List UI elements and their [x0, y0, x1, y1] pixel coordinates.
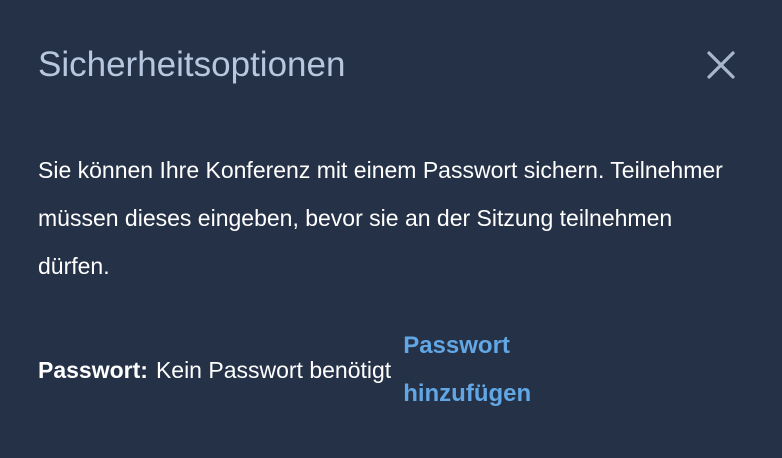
security-options-dialog: Sicherheitsoptionen Sie können Ihre Konf… [0, 0, 782, 458]
password-label: Passwort: [38, 356, 148, 383]
dialog-title: Sicherheitsoptionen [38, 45, 346, 84]
password-status-row: Passwort: Kein Passwort benötigt Passwor… [38, 322, 738, 418]
password-status-value: Kein Passwort benötigt [155, 356, 392, 383]
close-icon [707, 51, 735, 79]
add-password-link[interactable]: Passwort hinzufügen [403, 322, 553, 418]
dialog-description: Sie können Ihre Konferenz mit einem Pass… [38, 157, 723, 279]
close-button[interactable] [700, 44, 742, 86]
